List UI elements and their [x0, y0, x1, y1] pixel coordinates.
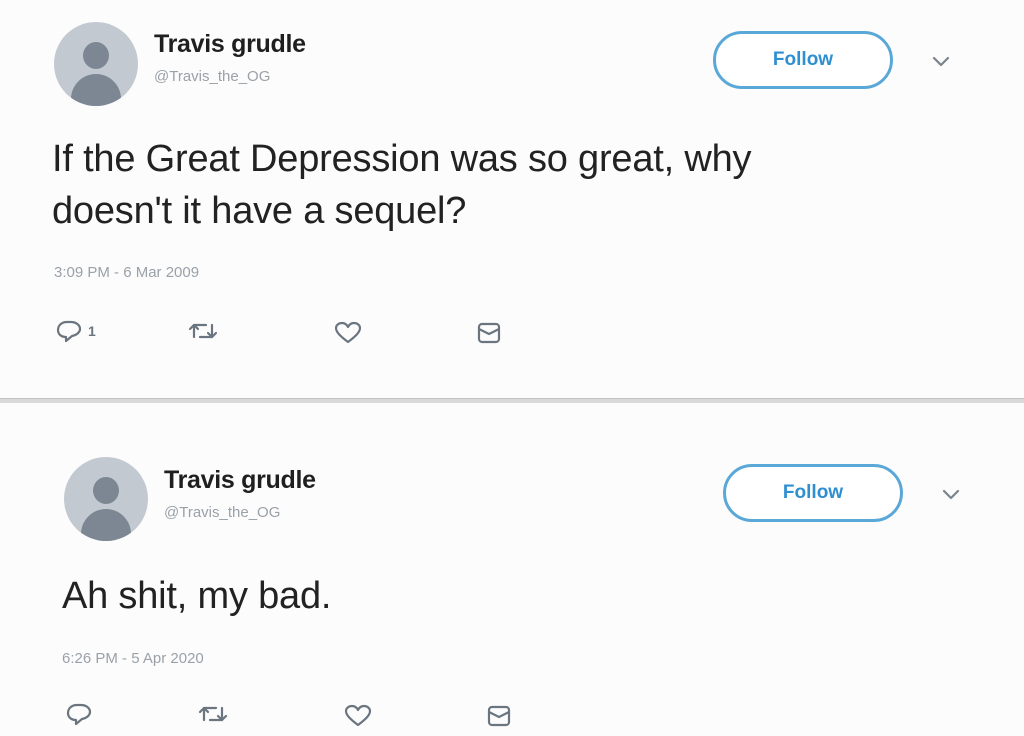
retweet-button[interactable] [188, 318, 218, 344]
avatar[interactable] [64, 457, 148, 541]
avatar-body [81, 509, 131, 541]
avatar[interactable] [54, 22, 138, 106]
avatar-head [93, 477, 119, 504]
tweet-timestamp[interactable]: 6:26 PM - 5 Apr 2020 [62, 650, 204, 667]
retweet-button[interactable] [198, 701, 228, 727]
tweet-card: Travis grudle @Travis_the_OG Follow If t… [0, 0, 1024, 400]
tweet-thread-screenshot: Travis grudle @Travis_the_OG Follow If t… [0, 0, 1024, 736]
author-handle[interactable]: @Travis_the_OG [164, 504, 280, 521]
message-icon [477, 322, 501, 344]
follow-button[interactable]: Follow [713, 31, 893, 89]
tweet-text-line: If the Great Depression was so great, wh… [52, 138, 752, 180]
reply-button[interactable]: 1 [56, 318, 96, 344]
avatar-body [71, 74, 121, 106]
tweet-text-line: Ah shit, my bad. [62, 575, 332, 617]
message-button[interactable] [486, 703, 512, 729]
author-name[interactable]: Travis grudle [154, 30, 306, 59]
chevron-down-icon[interactable] [930, 54, 952, 70]
message-icon [487, 705, 511, 727]
like-button[interactable] [344, 703, 372, 729]
author-handle[interactable]: @Travis_the_OG [154, 68, 270, 85]
reply-icon [66, 703, 92, 726]
reply-button[interactable] [66, 701, 98, 727]
retweet-icon [198, 706, 228, 722]
message-button[interactable] [476, 320, 502, 346]
like-icon [334, 321, 362, 344]
tweet-card: Travis grudle @Travis_the_OG Follow Ah s… [0, 405, 1024, 736]
tweet-timestamp[interactable]: 3:09 PM - 6 Mar 2009 [54, 264, 199, 281]
reply-count: 1 [88, 323, 96, 339]
author-name[interactable]: Travis grudle [164, 466, 316, 495]
like-icon [344, 704, 372, 727]
tweet-text-line: doesn't it have a sequel? [52, 190, 467, 232]
chevron-down-icon[interactable] [940, 487, 962, 503]
reply-icon [56, 320, 82, 343]
follow-button[interactable]: Follow [723, 464, 903, 522]
tweet-divider [0, 398, 1024, 403]
avatar-head [83, 42, 109, 69]
like-button[interactable] [334, 320, 362, 346]
retweet-icon [188, 323, 218, 339]
